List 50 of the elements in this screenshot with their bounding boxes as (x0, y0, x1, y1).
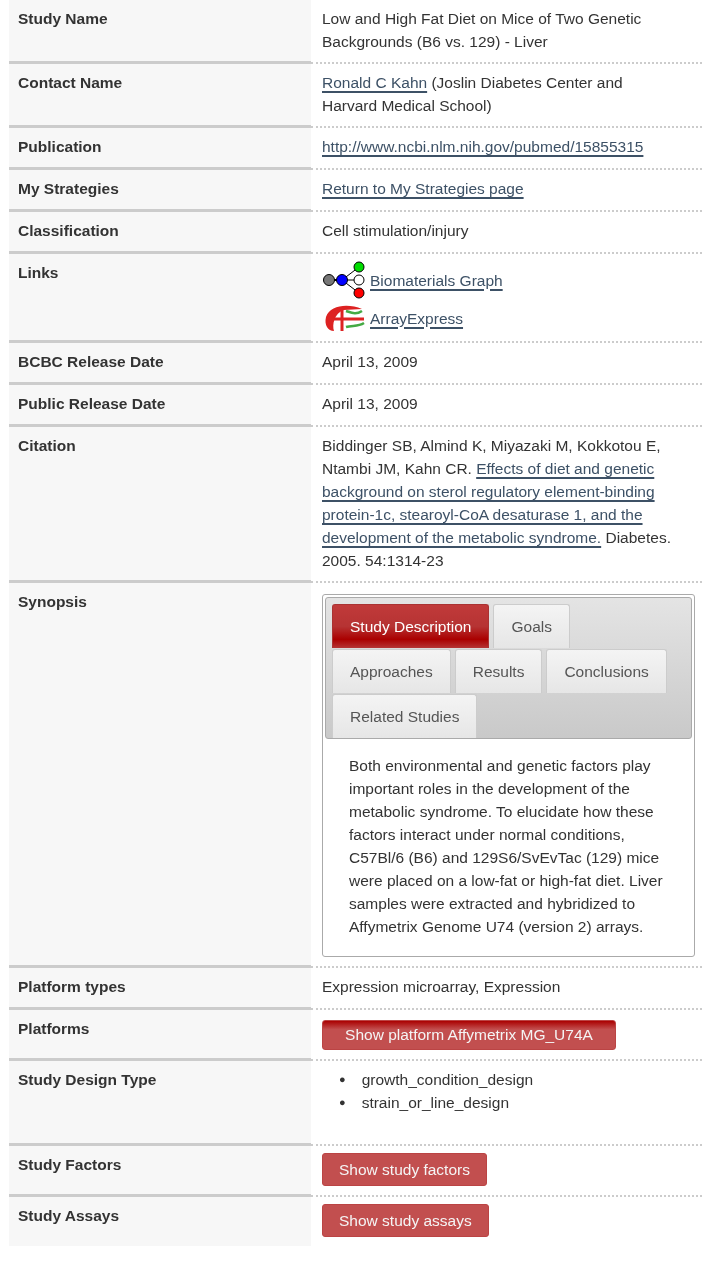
link[interactable]: protein-1c, stearoyl-CoA desaturase 1, and the (322, 506, 643, 523)
bullet: ● (339, 1095, 346, 1110)
bullet: ● (339, 1072, 346, 1087)
graph-icon (322, 261, 366, 299)
field-label: Public Release Date (9, 385, 311, 427)
field-text: Biddinger SB, Almind K, Miyazaki M, Kokkotou E, (322, 437, 661, 454)
tab[interactable]: Conclusions (546, 649, 667, 693)
show-button[interactable]: Show platform Affymetrix MG_U74A (322, 1020, 616, 1050)
field-label: Study Factors (9, 1146, 311, 1197)
show-button[interactable]: Show study factors (322, 1153, 487, 1186)
list-item: strain_or_line_design (361, 1093, 509, 1113)
field-label: Classification (9, 212, 311, 254)
link[interactable]: Effects of diet and genetic (476, 460, 655, 477)
tab[interactable]: Goals (493, 604, 570, 648)
field-text: 2005. 54:1314-23 (322, 552, 444, 569)
field-label: Platforms (9, 1010, 311, 1061)
field-label: Publication (9, 128, 311, 170)
field-value: April 13, 2009 (322, 394, 419, 414)
field-label: Synopsis (9, 583, 311, 968)
field-value: Cell stimulation/injury (322, 221, 470, 241)
link[interactable]: development of the metabolic syndrome. (322, 529, 602, 546)
field-text: Ntambi JM, Kahn CR. (322, 460, 473, 477)
field-value: April 13, 2009 (322, 352, 419, 372)
tab[interactable]: Results (454, 649, 543, 693)
field-text: Diabetes. (604, 529, 671, 546)
link[interactable]: Biomaterials Graph (370, 268, 503, 292)
field-value: Low and High Fat Diet on Mice of Two Genetic Backgrounds (B6 vs. 129) - Liver (322, 9, 643, 52)
field-value: Expression microarray, Expression (322, 977, 562, 997)
field-label: Contact Name (9, 64, 311, 128)
field-label: Study Assays (9, 1197, 311, 1246)
link[interactable]: http://www.ncbi.nlm.nih.gov/pubmed/15855315 (322, 138, 644, 155)
link[interactable]: background on sterol regulatory element-binding (322, 483, 655, 500)
tab[interactable]: Related Studies (332, 694, 478, 738)
link[interactable]: ArrayExpress (370, 306, 464, 330)
field-text: Harvard Medical School) (322, 97, 492, 114)
field-label: Study Design Type (9, 1061, 311, 1146)
field-text: (Joslin Diabetes Center and (430, 74, 623, 91)
list-item: growth_condition_design (361, 1070, 534, 1090)
field-label: Platform types (9, 968, 311, 1010)
description-text: Both environmental and genetic factors play important roles in the development of the metabolic syndrome. To elucidate how these factors interact under normal conditions, C57Bl/6 (B6) and 129S6/SvEvTac (129) mice were placed on a low-fat or high-fat diet. Liver samples were extracted and hybridized to Affymetrix Genome U74 (version 2) arrays. (348, 756, 664, 937)
field-label: My Strategies (9, 170, 311, 212)
show-button[interactable]: Show study assays (322, 1204, 489, 1237)
tab[interactable]: Approaches (332, 649, 451, 693)
field-label: Citation (9, 427, 311, 583)
field-label: BCBC Release Date (9, 343, 311, 385)
tab[interactable]: Study Description (332, 604, 490, 648)
field-label: Study Name (9, 0, 311, 64)
link[interactable]: Ronald C Kahn (322, 74, 428, 91)
link[interactable]: Return to My Strategies page (322, 180, 524, 197)
field-label: Links (9, 254, 311, 343)
